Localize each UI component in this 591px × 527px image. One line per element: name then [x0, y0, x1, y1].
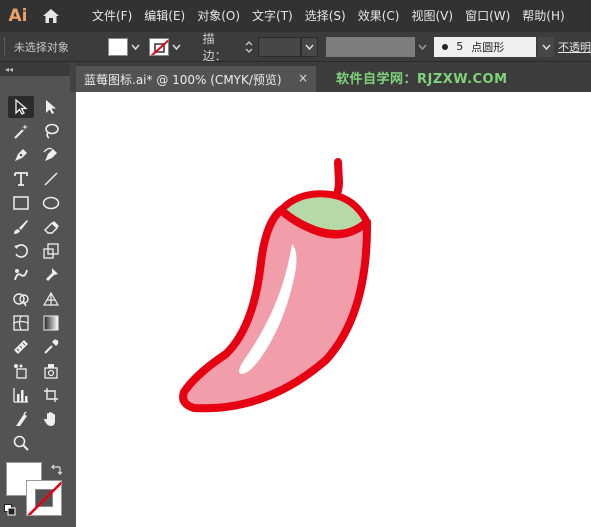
chevron-down-icon: [131, 44, 140, 50]
tools-panel-header[interactable]: ◂◂: [0, 62, 70, 76]
menu-bar: Ai 文件(F) 编辑(E) 对象(O) 文字(T) 选择(S) 效果(C) 视…: [0, 0, 591, 32]
document-tab-bar: 蓝莓图标.ai* @ 100% (CMYK/预览) ×: [70, 62, 591, 92]
symbol-sprayer-icon[interactable]: [8, 360, 34, 382]
swap-colors-icon[interactable]: [50, 464, 63, 479]
stroke-weight-dropdown[interactable]: [300, 36, 319, 57]
menu-edit[interactable]: 编辑(E): [138, 0, 191, 32]
rotate-icon[interactable]: [8, 240, 34, 262]
menu-object[interactable]: 对象(O): [191, 0, 246, 32]
profile-dropdown[interactable]: [415, 37, 431, 57]
curvature-icon[interactable]: [38, 144, 64, 166]
stroke-color-dropdown[interactable]: [169, 38, 185, 56]
menu-file[interactable]: 文件(F): [86, 0, 138, 32]
brush-dropdown[interactable]: [538, 36, 554, 57]
lasso-icon[interactable]: [38, 120, 64, 142]
fill-dropdown[interactable]: [128, 38, 144, 56]
chevron-down-icon: [305, 44, 314, 50]
menu-view[interactable]: 视图(V): [405, 0, 459, 32]
rectangle-icon[interactable]: [8, 192, 34, 214]
no-color-slash-icon: [27, 481, 61, 515]
shape-builder-icon[interactable]: [8, 288, 34, 310]
menu-select[interactable]: 选择(S): [299, 0, 352, 32]
control-bar: 未选择对象 描边： 5 点圆形 不透明: [0, 31, 591, 63]
artboard-icon[interactable]: [38, 384, 64, 406]
menu-help[interactable]: 帮助(H): [516, 0, 570, 32]
chevron-down-icon: [542, 44, 551, 50]
app-logo: Ai: [8, 6, 28, 26]
chili-pepper-artwork: [179, 158, 372, 413]
chevron-down-icon: [418, 44, 427, 50]
eraser-icon[interactable]: [38, 216, 64, 238]
artboard-canvas[interactable]: [76, 92, 591, 527]
stroke-weight-stepper[interactable]: [242, 38, 256, 56]
column-graph-icon[interactable]: [8, 384, 34, 406]
fill-stroke-widget: [4, 462, 66, 524]
close-icon[interactable]: ×: [298, 71, 308, 85]
stroke-swatch[interactable]: [149, 37, 169, 56]
puppet-warp-icon[interactable]: [38, 264, 64, 286]
stroke-color-box[interactable]: [26, 480, 62, 516]
brush-shape: 点圆形: [471, 40, 505, 54]
type-icon[interactable]: [8, 168, 34, 190]
perspective-grid-icon[interactable]: [38, 288, 64, 310]
magic-wand-icon[interactable]: [8, 120, 34, 142]
stroke-label: 描边：: [202, 31, 227, 63]
variable-width-profile[interactable]: [326, 36, 415, 57]
stroke-weight-input[interactable]: [257, 36, 301, 57]
menu-type[interactable]: 文字(T): [246, 0, 299, 32]
chevron-down-icon: [172, 44, 181, 50]
line-icon[interactable]: [38, 168, 64, 190]
warp-icon[interactable]: [8, 264, 34, 286]
collapse-icon[interactable]: ◂◂: [5, 65, 13, 74]
control-bar-grip[interactable]: [4, 37, 10, 56]
tools-panel: ◂◂: [0, 62, 70, 527]
document-tab[interactable]: 蓝莓图标.ai* @ 100% (CMYK/预览) ×: [76, 66, 316, 92]
selection-tool-icon[interactable]: [8, 96, 34, 118]
gradient-icon[interactable]: [38, 312, 64, 334]
brush-dot-icon: [442, 43, 449, 50]
paintbrush-icon[interactable]: [8, 216, 34, 238]
scale-icon[interactable]: [38, 240, 64, 262]
selection-status: 未选择对象: [13, 40, 69, 54]
hand-icon[interactable]: [38, 408, 64, 430]
menu-items: 文件(F) 编辑(E) 对象(O) 文字(T) 选择(S) 效果(C) 视图(V…: [86, 0, 571, 32]
direct-selection-tool-icon[interactable]: [38, 96, 64, 118]
slice-icon[interactable]: [8, 408, 34, 430]
brush-definition[interactable]: 5 点圆形: [434, 36, 537, 57]
default-colors-icon[interactable]: [4, 504, 16, 519]
opacity-label[interactable]: 不透明: [558, 39, 591, 55]
fill-swatch[interactable]: [108, 37, 128, 56]
watermark-text: 软件自学网：RJZXW.COM: [336, 72, 508, 87]
pen-icon[interactable]: [8, 144, 34, 166]
mesh-icon[interactable]: [8, 312, 34, 334]
blend-icon[interactable]: [38, 360, 64, 382]
menu-effect[interactable]: 效果(C): [352, 0, 406, 32]
brush-size: 5: [456, 40, 464, 53]
home-icon[interactable]: [38, 0, 64, 32]
eyedropper-icon[interactable]: [38, 336, 64, 358]
measure-icon[interactable]: [8, 336, 34, 358]
ellipse-icon[interactable]: [38, 192, 64, 214]
menu-window[interactable]: 窗口(W): [459, 0, 516, 32]
document-tab-title: 蓝莓图标.ai* @ 100% (CMYK/预览): [84, 72, 282, 87]
zoom-icon[interactable]: [8, 432, 34, 454]
stepper-arrows-icon: [245, 40, 253, 53]
no-stroke-icon: [151, 39, 168, 55]
